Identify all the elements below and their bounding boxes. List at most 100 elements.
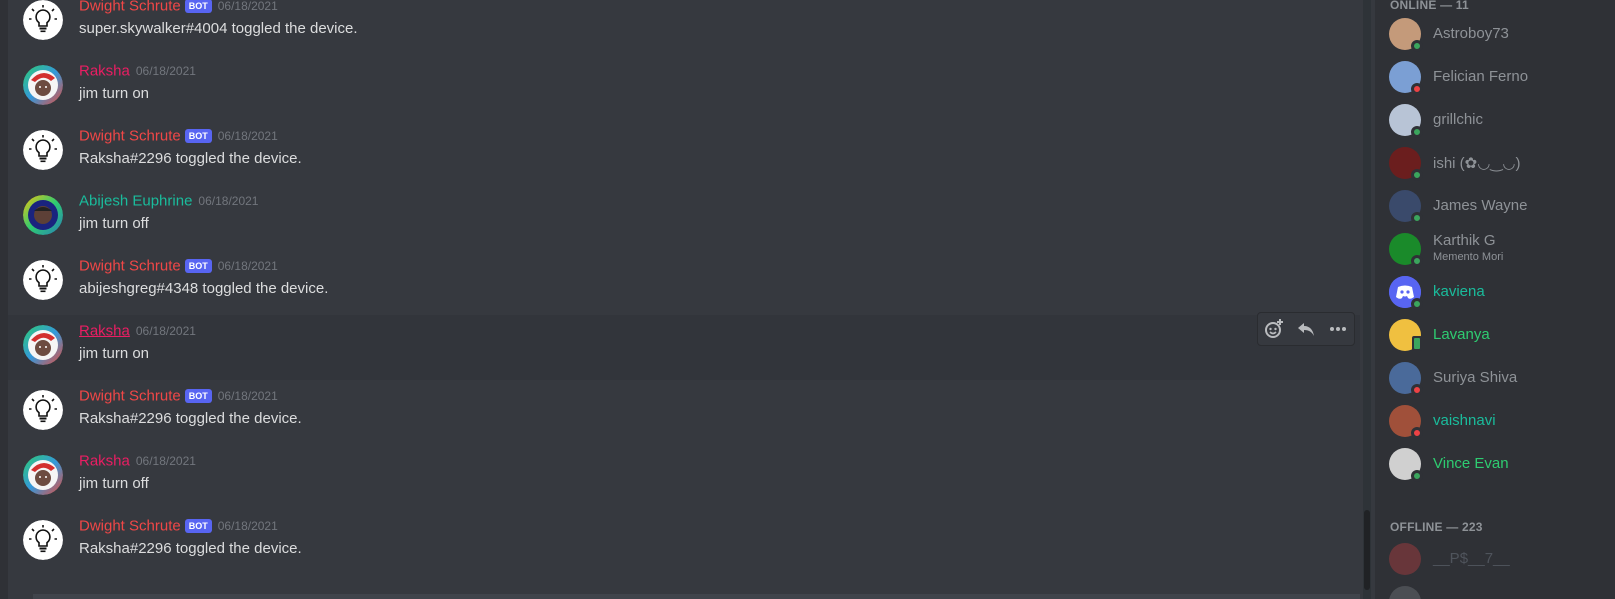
bot-badge: BOT	[184, 128, 212, 143]
message-item[interactable]: Dwight Schrute BOT 06/18/2021 super.skywalk…	[8, 0, 1360, 55]
member-item[interactable]: James Wayne	[1389, 186, 1609, 226]
message-content: Raksha#2296 toggled the device.	[79, 150, 302, 167]
member-name: kaviena	[1433, 283, 1485, 300]
timestamp: 06/18/2021	[217, 388, 278, 403]
member-item[interactable]: Felician Ferno	[1389, 57, 1609, 97]
timestamp: 06/18/2021	[217, 0, 278, 13]
username[interactable]: Raksha	[79, 452, 130, 469]
bot-badge: BOT	[184, 0, 212, 13]
dnd-status-icon	[1411, 83, 1423, 95]
message-item[interactable]: Dwight Schrute BOT 06/18/2021 Raksha#2296 t…	[8, 120, 1360, 185]
member-item[interactable]: vaishnavi	[1389, 401, 1609, 441]
avatar	[1389, 543, 1421, 575]
member-item[interactable]: Karthik G Memento Mori	[1389, 229, 1609, 269]
avatar[interactable]	[23, 195, 63, 235]
message-item[interactable]: Raksha 06/18/2021 jim turn off	[8, 445, 1360, 510]
message-input-edge[interactable]	[33, 594, 1360, 599]
member-name: Felician Ferno	[1433, 68, 1529, 85]
message-header: Dwight Schrute BOT 06/18/2021	[79, 127, 278, 145]
member-item[interactable]: kaviena	[1389, 272, 1609, 312]
message-header: Dwight Schrute BOT 06/18/2021	[79, 387, 278, 405]
left-edge	[0, 0, 8, 599]
mobile-status-icon	[1412, 336, 1422, 351]
member-list: ONLINE — 11 Astroboy73 Felician Ferno gril…	[1375, 0, 1615, 599]
message-item[interactable]: Raksha 06/18/2021 jim turn on	[8, 55, 1360, 120]
bot-badge: BOT	[184, 388, 212, 403]
message-content: jim turn on	[79, 345, 150, 362]
timestamp: 06/18/2021	[135, 453, 196, 468]
online-status-icon	[1411, 212, 1423, 224]
bulb-icon[interactable]	[23, 130, 63, 170]
timestamp: 06/18/2021	[135, 63, 196, 78]
message-item[interactable]: Dwight Schrute BOT 06/18/2021 abijeshgreg#4…	[8, 250, 1360, 315]
bot-badge: BOT	[184, 258, 212, 273]
message-content: Raksha#2296 toggled the device.	[79, 410, 302, 427]
avatar[interactable]	[23, 325, 63, 365]
avatar	[1389, 586, 1421, 599]
dnd-status-icon	[1411, 384, 1423, 396]
message-header: Dwight Schrute BOT 06/18/2021	[79, 0, 278, 15]
member-name: grillchic	[1433, 111, 1484, 128]
message-content: abijeshgreg#4348 toggled the device.	[79, 280, 329, 297]
username[interactable]: Dwight Schrute	[79, 127, 181, 144]
timestamp: 06/18/2021	[217, 518, 278, 533]
more-options-icon[interactable]	[1325, 316, 1351, 342]
member-item[interactable]: grillchic	[1389, 100, 1609, 140]
message-content: super.skywalker#4004 toggled the device.	[79, 20, 358, 37]
member-item[interactable]: Vince Evan	[1389, 444, 1609, 484]
member-activity: Memento Mori	[1433, 251, 1504, 263]
message-header: Raksha 06/18/2021	[79, 322, 196, 340]
member-item[interactable]	[1389, 582, 1609, 599]
member-item[interactable]: __P$__7__	[1389, 539, 1609, 579]
online-status-icon	[1411, 298, 1423, 310]
message-header: Raksha 06/18/2021	[79, 452, 196, 470]
timestamp: 06/18/2021	[135, 323, 196, 338]
member-item[interactable]: ishi (✿◡‿◡)	[1389, 143, 1609, 183]
username[interactable]: Dwight Schrute	[79, 0, 181, 14]
bot-badge: BOT	[184, 518, 212, 533]
username[interactable]: Dwight Schrute	[79, 257, 181, 274]
online-status-icon	[1411, 40, 1423, 52]
dnd-status-icon	[1411, 427, 1423, 439]
member-name: ishi (✿◡‿◡)	[1433, 155, 1521, 172]
offline-section-title: OFFLINE — 223	[1390, 520, 1483, 534]
message-content: Raksha#2296 toggled the device.	[79, 540, 302, 557]
reply-icon[interactable]	[1293, 316, 1319, 342]
message-content: jim turn off	[79, 215, 149, 232]
message-item[interactable]: Abijesh Euphrine 06/18/2021 jim turn off	[8, 185, 1360, 250]
member-name: Vince Evan	[1433, 455, 1509, 472]
message-item[interactable]: Raksha 06/18/2021 jim turn on	[8, 315, 1360, 380]
message-content: jim turn off	[79, 475, 149, 492]
username[interactable]: Dwight Schrute	[79, 517, 181, 534]
member-name: Suriya Shiva	[1433, 369, 1518, 386]
member-name: James Wayne	[1433, 197, 1528, 214]
bulb-icon[interactable]	[23, 520, 63, 560]
message-header: Dwight Schrute BOT 06/18/2021	[79, 257, 278, 275]
timestamp: 06/18/2021	[217, 128, 278, 143]
chat-scrollbar-thumb[interactable]	[1364, 510, 1370, 590]
member-item[interactable]: Lavanya	[1389, 315, 1609, 355]
username[interactable]: Raksha	[79, 322, 130, 339]
member-name: __P$__7__	[1433, 550, 1510, 567]
bulb-icon[interactable]	[23, 260, 63, 300]
member-item[interactable]: Suriya Shiva	[1389, 358, 1609, 398]
message-header: Dwight Schrute BOT 06/18/2021	[79, 517, 278, 535]
username[interactable]: Raksha	[79, 62, 130, 79]
timestamp: 06/18/2021	[198, 193, 259, 208]
add-reaction-icon[interactable]	[1261, 316, 1287, 342]
avatar[interactable]	[23, 455, 63, 495]
username[interactable]: Dwight Schrute	[79, 387, 181, 404]
member-name: Astroboy73	[1433, 25, 1509, 42]
message-item[interactable]: Dwight Schrute BOT 06/18/2021 Raksha#2296 t…	[8, 380, 1360, 445]
bulb-icon[interactable]	[23, 390, 63, 430]
message-header: Abijesh Euphrine 06/18/2021	[79, 192, 258, 210]
member-name: Karthik G	[1433, 232, 1496, 249]
member-item[interactable]: Astroboy73	[1389, 14, 1609, 54]
message-item[interactable]: Dwight Schrute BOT 06/18/2021 Raksha#2296 t…	[8, 510, 1360, 575]
message-content: jim turn on	[79, 85, 150, 102]
username[interactable]: Abijesh Euphrine	[79, 192, 192, 209]
avatar[interactable]	[23, 65, 63, 105]
bulb-icon[interactable]	[23, 0, 63, 40]
message-list[interactable]: Dwight Schrute BOT 06/18/2021 super.skywalk…	[8, 0, 1360, 599]
message-toolbar	[1257, 312, 1355, 346]
